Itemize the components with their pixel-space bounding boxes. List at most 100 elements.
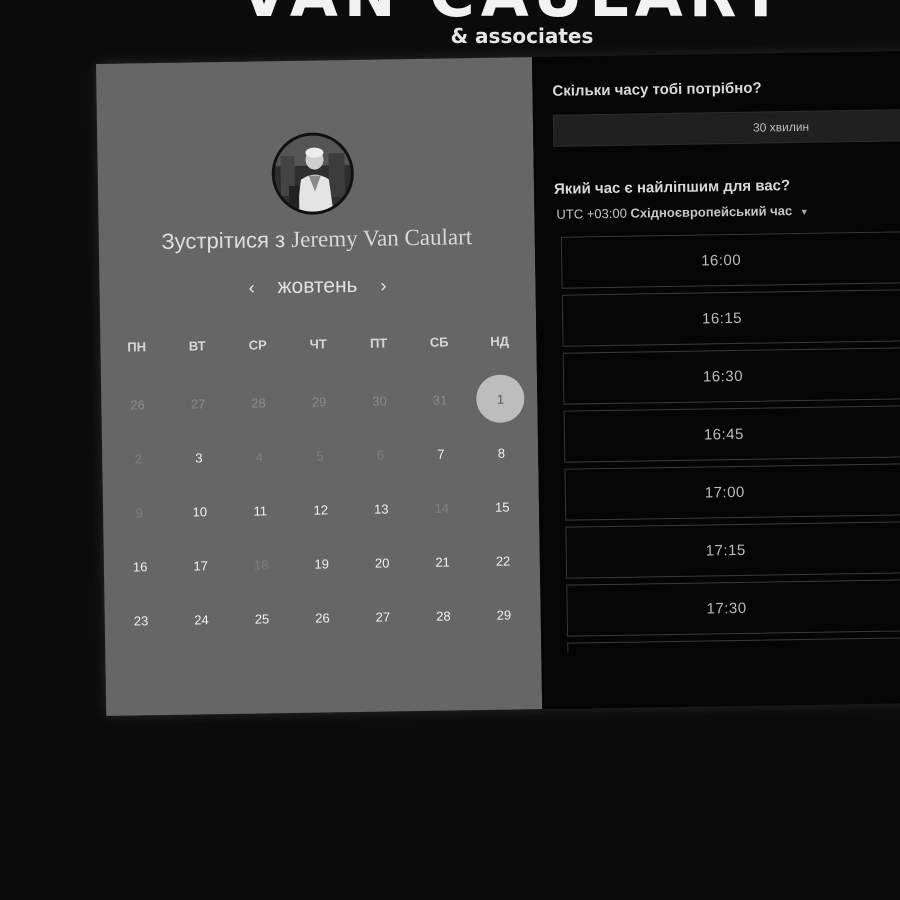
calendar-day-number: 24	[194, 611, 209, 628]
calendar-week-row: 23 24 25 26 27 28 29	[110, 587, 535, 648]
host-name: Jeremy Van Caulart	[291, 224, 473, 252]
calendar-day[interactable]: 16	[109, 539, 170, 594]
time-slot-button[interactable]: 17:30	[566, 577, 900, 637]
calendar-day-number: 26	[315, 609, 330, 626]
calendar-day-number: 9	[135, 504, 144, 520]
calendar-panel: Зустрітися з Jeremy Van Caulart ‹ жовтен…	[96, 57, 543, 716]
calendar-day[interactable]: 27	[352, 589, 413, 644]
calendar-day: 9	[109, 485, 170, 540]
chevron-left-icon[interactable]: ‹	[242, 277, 262, 298]
calendar-day[interactable]: 28	[413, 588, 474, 643]
duration-value: 30 хвилин	[752, 119, 810, 135]
calendar-day: 4	[229, 429, 290, 484]
calendar-day-number: 25	[254, 610, 270, 627]
page: VAN CAULART & associates Зустрітися з	[0, 0, 900, 900]
calendar-day-number: 14	[434, 500, 450, 516]
host-avatar	[271, 131, 355, 216]
calendar-day[interactable]: 13	[351, 481, 412, 536]
calendar-day[interactable]: 19	[291, 536, 352, 591]
weekday-label: ПТ	[369, 335, 388, 351]
timezone-offset: UTC +03:00	[556, 205, 627, 222]
calendar-day-number: 8	[497, 445, 506, 461]
calendar-day: 30	[349, 373, 410, 428]
calendar-day[interactable]: 12	[290, 482, 351, 537]
calendar-day[interactable]: 21	[412, 534, 473, 589]
calendar-day[interactable]: 25	[231, 591, 292, 646]
calendar-day-number: 4	[255, 448, 264, 465]
calendar-day[interactable]: 29	[473, 587, 534, 642]
calendar-day[interactable]: 7	[410, 426, 471, 481]
calendar-day[interactable]: 17	[170, 538, 231, 593]
schedule-panel: Скільки часу тобі потрібно? 30 хвилин Як…	[531, 49, 900, 710]
calendar-day-number: 22	[495, 553, 511, 569]
caret-down-icon: ▼	[799, 206, 809, 217]
calendar-day: 6	[350, 427, 411, 482]
calendar-day-number: 18	[253, 556, 269, 573]
weekday-label: СБ	[429, 334, 449, 350]
time-slot-button[interactable]: 16:30	[562, 345, 900, 405]
calendar-week-row: 16 17 18 19 20 21 22	[109, 533, 534, 594]
calendar-day-number: 20	[374, 554, 390, 571]
calendar-day-number: 28	[251, 394, 266, 411]
duration-select[interactable]: 30 хвилин	[552, 107, 900, 147]
brand-subtitle: & associates	[450, 24, 594, 48]
calendar-day-number: 30	[372, 392, 387, 409]
weekday-label: ЧТ	[309, 336, 327, 352]
time-slot-button[interactable]: 16:00	[560, 229, 900, 289]
calendar-grid: 26 27 28 29 30 31 1 2 3 4 5 6 7 8 9 10 11 12 13 14 15 16 17 18 1…	[107, 371, 535, 648]
calendar-day: 18	[230, 537, 291, 592]
calendar-day[interactable]: 20	[351, 535, 412, 590]
calendar-day[interactable]: 22	[472, 533, 533, 588]
calendar-day-number: 27	[190, 395, 206, 412]
calendar-day[interactable]: 23	[110, 593, 171, 648]
calendar-day-number: 21	[435, 554, 450, 570]
calendar-day[interactable]: 3	[168, 430, 229, 485]
calendar-day-number: 26	[130, 396, 145, 413]
weekday-label: ВТ	[188, 338, 206, 354]
calendar-day-number: 12	[313, 501, 329, 518]
calendar-day-number: 5	[316, 447, 324, 464]
calendar-day-selected[interactable]: 1	[470, 371, 531, 426]
timezone-selector[interactable]: UTC +03:00 Східноєвропейський час ▼	[556, 203, 809, 222]
month-label: жовтень	[277, 273, 358, 299]
meeting-title: Зустрітися з Jeremy Van Caulart	[99, 223, 535, 256]
weekday-label: СР	[248, 337, 267, 353]
calendar-day-number: 29	[496, 607, 512, 623]
calendar-day-number: 10	[192, 503, 208, 520]
calendar-day-number: 27	[375, 608, 391, 625]
calendar-day[interactable]: 26	[292, 590, 353, 645]
calendar-day: 31	[409, 372, 470, 427]
calendar-day: 28	[228, 375, 289, 430]
time-slot-button[interactable]: 17:15	[565, 519, 900, 579]
calendar-day-number: 23	[133, 612, 149, 628]
timezone-name: Східноєвропейський час	[630, 203, 793, 221]
weekday-label: НД	[490, 333, 510, 349]
calendar-day[interactable]: 8	[471, 425, 532, 480]
calendar-day-number: 17	[193, 557, 208, 574]
chevron-right-icon[interactable]: ›	[373, 275, 393, 296]
calendar-day[interactable]: 11	[230, 483, 291, 538]
time-slot-button[interactable]: 17:00	[564, 461, 900, 521]
calendar-day[interactable]: 15	[472, 479, 533, 534]
calendar-day[interactable]: 10	[169, 484, 230, 539]
calendar-week-row: 26 27 28 29 30 31 1	[107, 371, 532, 432]
weekday-label: ПН	[127, 339, 147, 355]
time-slot-button[interactable]	[567, 635, 900, 653]
calendar-day: 26	[107, 377, 168, 432]
time-slot-button[interactable]: 16:45	[563, 403, 900, 463]
calendar-week-row: 9 10 11 12 13 14 15	[109, 479, 534, 540]
time-question: Який час є найліпшим для вас?	[553, 177, 791, 198]
calendar-day: 27	[167, 376, 228, 431]
time-slot-list[interactable]: 16:00 16:15 16:30 16:45 17:00 17:15 17:30	[560, 229, 900, 653]
calendar-day-number: 29	[311, 393, 327, 410]
calendar-day-number: 7	[437, 446, 445, 462]
meeting-title-prefix: Зустрітися з	[161, 227, 286, 254]
month-navigator: ‹ жовтень ›	[99, 271, 535, 302]
calendar-day[interactable]: 24	[171, 592, 232, 647]
brand-header: VAN CAULART & associates	[0, 0, 900, 60]
calendar-day-number: 31	[432, 392, 448, 408]
calendar-day-number: 19	[314, 555, 329, 572]
calendar-day-number: 1	[476, 374, 525, 424]
avatar-photo	[274, 135, 352, 213]
time-slot-button[interactable]: 16:15	[561, 287, 900, 347]
